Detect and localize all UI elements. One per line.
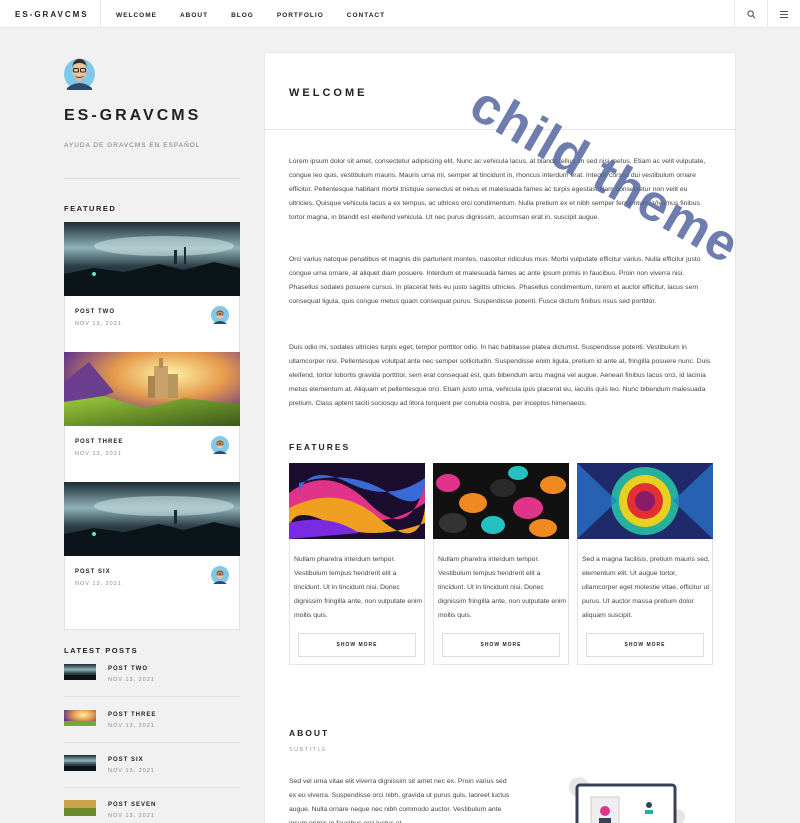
latest-posts-heading: LATEST POSTS	[64, 646, 139, 655]
brand-divider	[100, 0, 101, 28]
nav-item-contact[interactable]: CONTACT	[347, 12, 385, 19]
about-illustration	[569, 777, 685, 823]
latest-post-item[interactable]: POST SEVEN NOV 13, 2021	[64, 800, 240, 823]
latest-post-thumbnail[interactable]	[64, 755, 96, 771]
feature-card: Nullam pharetra interdum tempor. Vestibu…	[433, 463, 569, 665]
latest-post-title[interactable]: POST TWO	[108, 666, 148, 672]
paragraph: Orci varius natoque penatibus et magnis …	[289, 256, 701, 305]
latest-post-item[interactable]: POST TWO NOV 13, 2021	[64, 664, 240, 704]
featured-title[interactable]: POST TWO	[75, 309, 115, 315]
featured-title[interactable]: POST SIX	[75, 569, 111, 575]
feature-image	[577, 463, 713, 539]
featured-card-post-six[interactable]: POST SIX NOV 13, 2021	[64, 556, 240, 630]
latest-post-title[interactable]: POST THREE	[108, 712, 156, 718]
feature-card: Nullam pharetra interdum tempor. Vestibu…	[289, 463, 425, 665]
page-title: WELCOME	[289, 87, 368, 99]
divider	[64, 787, 240, 788]
featured-date: NOV 13, 2021	[75, 451, 122, 457]
nav-item-about[interactable]: ABOUT	[180, 12, 208, 19]
latest-post-item[interactable]: POST SIX NOV 13, 2021	[64, 755, 240, 795]
about-heading: ABOUT	[289, 728, 330, 738]
feature-text: Nullam pharetra interdum tempor. Vestibu…	[294, 556, 423, 619]
author-avatar	[211, 436, 229, 454]
nav-item-welcome[interactable]: WELCOME	[116, 12, 157, 19]
author-avatar[interactable]	[63, 54, 96, 90]
featured-date: NOV 13, 2021	[75, 321, 122, 327]
feature-image	[433, 463, 569, 539]
latest-post-date: NOV 13, 2021	[108, 813, 155, 819]
search-icon	[746, 9, 755, 18]
latest-post-item[interactable]: POST THREE NOV 13, 2021	[64, 710, 240, 750]
brand-logo-text[interactable]: ES-GRAVCMS	[15, 10, 89, 19]
featured-title[interactable]: POST THREE	[75, 439, 123, 445]
nav-item-portfolio[interactable]: PORTFOLIO	[277, 12, 324, 19]
featured-image-post-three[interactable]	[64, 352, 240, 426]
nav-icon-group	[734, 0, 800, 28]
menu-button[interactable]	[767, 0, 800, 28]
latest-post-thumbnail[interactable]	[64, 664, 96, 680]
latest-post-date: NOV 13, 2021	[108, 677, 155, 683]
paragraph: Duis odio mi, sodales ultricies turpis e…	[289, 344, 711, 407]
main-nav: WELCOME ABOUT BLOG PORTFOLIO CONTACT	[116, 12, 408, 19]
menu-icon	[780, 10, 788, 18]
latest-post-title[interactable]: POST SIX	[108, 757, 144, 763]
featured-heading: FEATURED	[64, 204, 117, 213]
latest-post-date: NOV 13, 2021	[108, 723, 155, 729]
author-avatar	[211, 566, 229, 584]
site-subtitle: AYUDA DE GRAVCMS EN ESPAÑOL	[64, 142, 201, 149]
nav-item-blog[interactable]: BLOG	[231, 12, 254, 19]
site-title: ES-GRAVCMS	[64, 107, 202, 124]
feature-text: Sed a magna facilisis, pretium mauris se…	[582, 556, 710, 619]
latest-post-thumbnail[interactable]	[64, 800, 96, 816]
author-avatar	[211, 306, 229, 324]
main-content: WELCOME Lorem ipsum dolor sit amet, cons…	[264, 52, 736, 823]
latest-post-date: NOV 13, 2021	[108, 768, 155, 774]
sidebar-divider	[64, 178, 240, 179]
featured-date: NOV 13, 2021	[75, 581, 122, 587]
top-navbar: ES-GRAVCMS WELCOME ABOUT BLOG PORTFOLIO …	[0, 0, 800, 28]
show-more-button[interactable]: SHOW MORE	[586, 633, 704, 657]
divider	[64, 696, 240, 697]
latest-post-title[interactable]: POST SEVEN	[108, 802, 156, 808]
search-button[interactable]	[734, 0, 767, 28]
featured-image-post-six[interactable]	[64, 482, 240, 556]
show-more-button[interactable]: SHOW MORE	[442, 633, 560, 657]
show-more-button[interactable]: SHOW MORE	[298, 633, 416, 657]
about-subtitle: SUBTITLE	[289, 747, 328, 753]
latest-post-thumbnail[interactable]	[64, 710, 96, 726]
feature-text: Nullam pharetra interdum tempor. Vestibu…	[438, 556, 567, 619]
feature-card: Sed a magna facilisis, pretium mauris se…	[577, 463, 713, 665]
features-heading: FEATURES	[289, 442, 351, 452]
featured-image-post-two[interactable]	[64, 222, 240, 296]
divider	[64, 742, 240, 743]
about-text: Sed vel urna vitae elit viverra dignissi…	[289, 778, 510, 823]
feature-image	[289, 463, 425, 539]
